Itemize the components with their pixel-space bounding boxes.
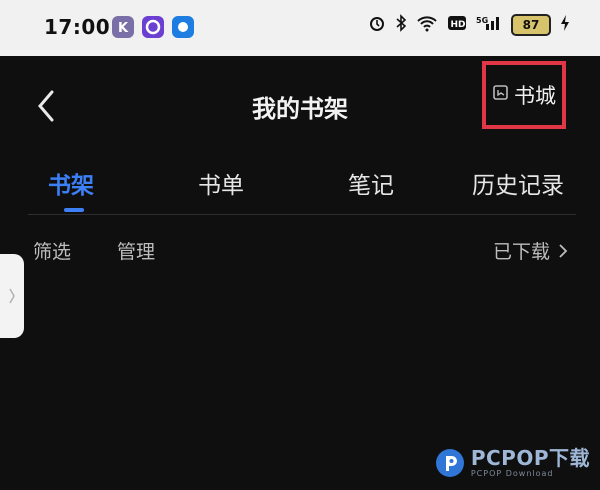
kuaishou-icon: K: [112, 16, 134, 38]
hd-icon: HD: [447, 15, 467, 35]
status-time: 17:00: [44, 15, 111, 39]
bluetooth-icon: [395, 14, 407, 36]
divider: [28, 214, 576, 215]
active-tab-indicator: [64, 208, 84, 212]
signal-icon: 5G: [476, 14, 502, 36]
battery-indicator: 87: [511, 14, 551, 36]
nav-bar: 我的书架 书城: [0, 56, 600, 156]
watermark-main: PCPOP下载: [470, 446, 590, 470]
chevron-right-icon: [9, 288, 15, 304]
watermark-sub: PCPOP Download: [470, 469, 554, 478]
downloaded-button[interactable]: 已下载: [493, 237, 568, 264]
tab-bar: 书架 书单 笔记 历史记录: [0, 160, 600, 214]
pcpop-logo-icon: [435, 448, 464, 477]
bookstore-label: 书城: [514, 84, 556, 108]
app-circle-icon: [142, 16, 164, 38]
svg-text:HD: HD: [451, 20, 466, 30]
filter-button[interactable]: 筛选: [33, 237, 71, 264]
bookstore-button[interactable]: 书城: [482, 61, 566, 129]
wifi-icon: [416, 14, 438, 36]
bookstore-icon: [492, 84, 510, 106]
downloaded-label: 已下载: [492, 241, 550, 263]
tab-bookshelf[interactable]: 书架: [48, 166, 94, 200]
shelf-toolbar: 筛选 管理 已下载: [0, 228, 600, 272]
side-drawer-handle[interactable]: [0, 254, 24, 338]
chevron-right-icon: [559, 243, 568, 258]
svg-text:5G: 5G: [476, 16, 488, 25]
status-bar: 17:00 K HD 5G 87: [0, 0, 600, 56]
watermark: PCPOP下载 PCPOP Download: [435, 447, 590, 478]
charging-icon: [560, 14, 570, 36]
svg-text:K: K: [118, 21, 129, 36]
manage-button[interactable]: 管理: [117, 237, 155, 264]
tab-notes[interactable]: 笔记: [348, 166, 394, 200]
app-blue-icon: [172, 16, 194, 38]
tab-booklist[interactable]: 书单: [198, 166, 244, 200]
tab-history[interactable]: 历史记录: [472, 166, 564, 200]
alarm-icon: [368, 14, 386, 36]
